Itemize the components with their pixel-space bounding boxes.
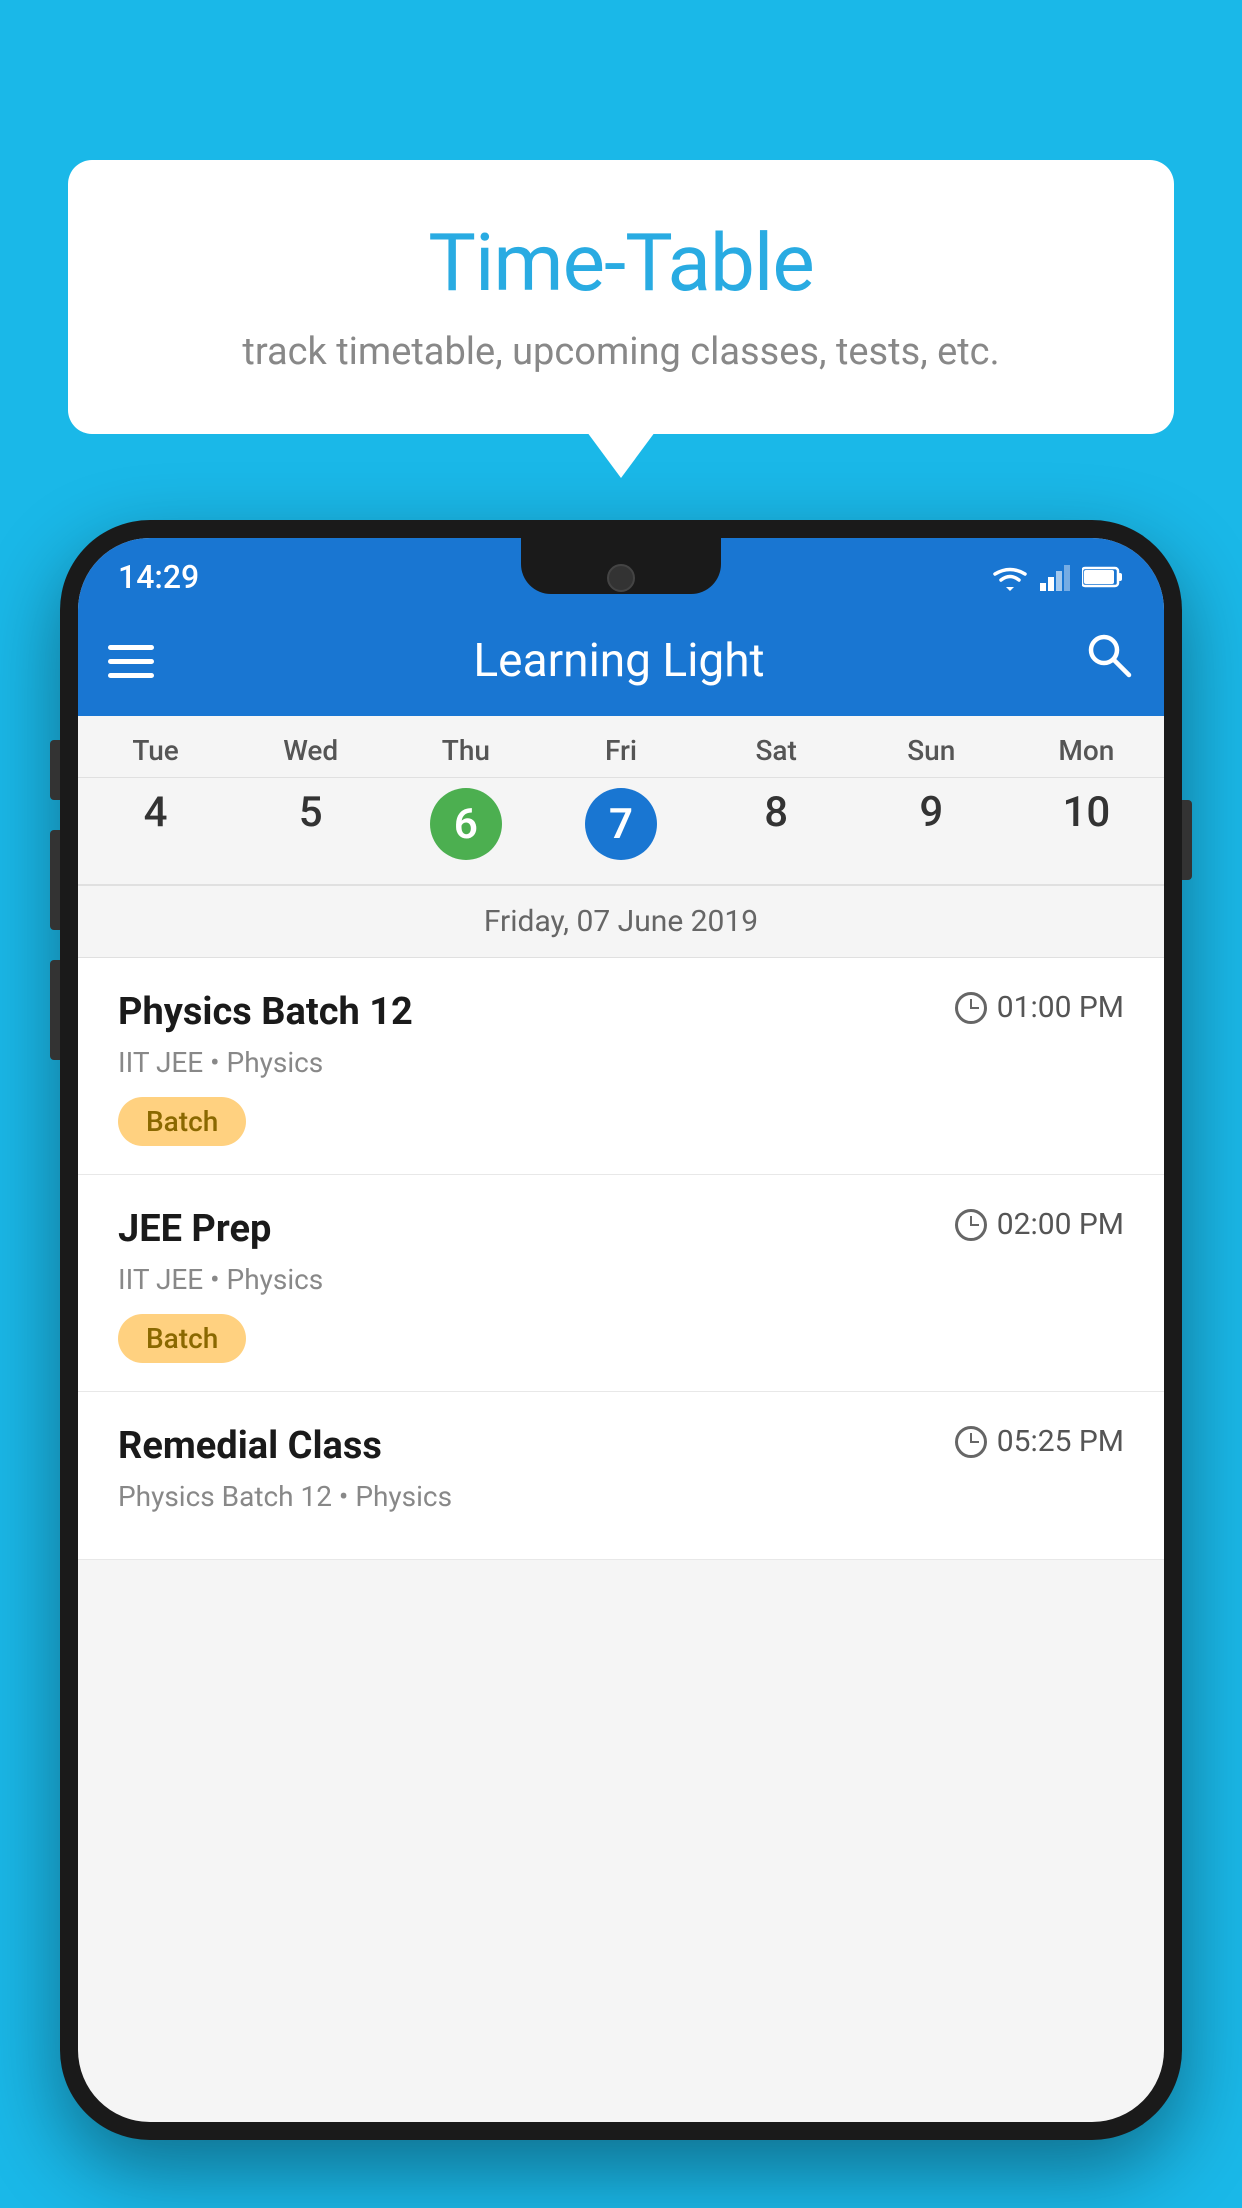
date-5[interactable]: 5 — [233, 778, 388, 870]
phone-mockup: 14:29 — [60, 520, 1182, 2208]
app-bar: Learning Light — [78, 606, 1164, 716]
class-meta-remedial: Physics Batch 12 • Physics — [118, 1480, 1124, 1513]
calendar-dates: 4 5 6 7 8 9 10 — [78, 778, 1164, 886]
class-name-jee-prep: JEE Prep — [118, 1207, 271, 1251]
app-title: Learning Light — [184, 634, 1054, 688]
clock-icon-1 — [955, 992, 987, 1024]
class-item-header: Physics Batch 12 01:00 PM — [118, 990, 1124, 1034]
weekday-fri[interactable]: Fri — [543, 716, 698, 777]
batch-badge-2: Batch — [118, 1314, 246, 1363]
class-item-physics-batch-12[interactable]: Physics Batch 12 01:00 PM IIT JEE • Phys… — [78, 958, 1164, 1175]
weekday-sat[interactable]: Sat — [699, 716, 854, 777]
status-icons — [992, 563, 1124, 591]
class-meta-physics-batch-12: IIT JEE • Physics — [118, 1046, 1124, 1079]
class-meta-jee-prep: IIT JEE • Physics — [118, 1263, 1124, 1296]
selected-date-label: Friday, 07 June 2019 — [78, 886, 1164, 958]
class-item-jee-prep[interactable]: JEE Prep 02:00 PM IIT JEE • Physics Batc… — [78, 1175, 1164, 1392]
clock-icon-3 — [955, 1426, 987, 1458]
wifi-icon — [992, 563, 1028, 591]
selected-circle: 7 — [585, 788, 657, 860]
tooltip-title: Time-Table — [128, 216, 1114, 310]
phone-button-left-1 — [50, 740, 60, 800]
search-button[interactable] — [1084, 630, 1134, 692]
class-item-header-2: JEE Prep 02:00 PM — [118, 1207, 1124, 1251]
menu-button[interactable] — [108, 645, 154, 678]
date-8[interactable]: 8 — [699, 778, 854, 870]
date-9[interactable]: 9 — [854, 778, 1009, 870]
class-item-header-3: Remedial Class 05:25 PM — [118, 1424, 1124, 1468]
class-time-physics-batch-12: 01:00 PM — [955, 990, 1124, 1025]
class-time-remedial: 05:25 PM — [955, 1424, 1124, 1459]
class-list: Physics Batch 12 01:00 PM IIT JEE • Phys… — [78, 958, 1164, 1560]
class-time-text-3: 05:25 PM — [997, 1424, 1124, 1459]
phone-camera — [607, 564, 635, 592]
status-time: 14:29 — [118, 558, 199, 596]
class-item-remedial[interactable]: Remedial Class 05:25 PM Physics Batch 12… — [78, 1392, 1164, 1560]
phone-button-right — [1182, 800, 1192, 880]
clock-icon-2 — [955, 1209, 987, 1241]
batch-badge-1: Batch — [118, 1097, 246, 1146]
phone-notch — [521, 538, 721, 594]
class-name-remedial: Remedial Class — [118, 1424, 382, 1468]
phone-screen: 14:29 — [78, 538, 1164, 2122]
date-10[interactable]: 10 — [1009, 778, 1164, 870]
battery-icon — [1082, 565, 1124, 589]
class-name-physics-batch-12: Physics Batch 12 — [118, 990, 413, 1034]
signal-icon — [1040, 563, 1070, 591]
weekday-tue[interactable]: Tue — [78, 716, 233, 777]
weekday-thu[interactable]: Thu — [388, 716, 543, 777]
date-6-today[interactable]: 6 — [388, 778, 543, 870]
class-time-text-2: 02:00 PM — [997, 1207, 1124, 1242]
calendar-weekdays: Tue Wed Thu Fri Sat Sun Mon — [78, 716, 1164, 778]
weekday-mon[interactable]: Mon — [1009, 716, 1164, 777]
class-time-text-1: 01:00 PM — [997, 990, 1124, 1025]
weekday-sun[interactable]: Sun — [854, 716, 1009, 777]
phone-outer: 14:29 — [60, 520, 1182, 2140]
class-time-jee-prep: 02:00 PM — [955, 1207, 1124, 1242]
tooltip-card: Time-Table track timetable, upcoming cla… — [68, 160, 1174, 434]
today-circle: 6 — [430, 788, 502, 860]
tooltip-subtitle: track timetable, upcoming classes, tests… — [128, 330, 1114, 374]
date-7-selected[interactable]: 7 — [543, 778, 698, 870]
date-4[interactable]: 4 — [78, 778, 233, 870]
phone-button-left-2 — [50, 830, 60, 930]
phone-button-left-3 — [50, 960, 60, 1060]
weekday-wed[interactable]: Wed — [233, 716, 388, 777]
